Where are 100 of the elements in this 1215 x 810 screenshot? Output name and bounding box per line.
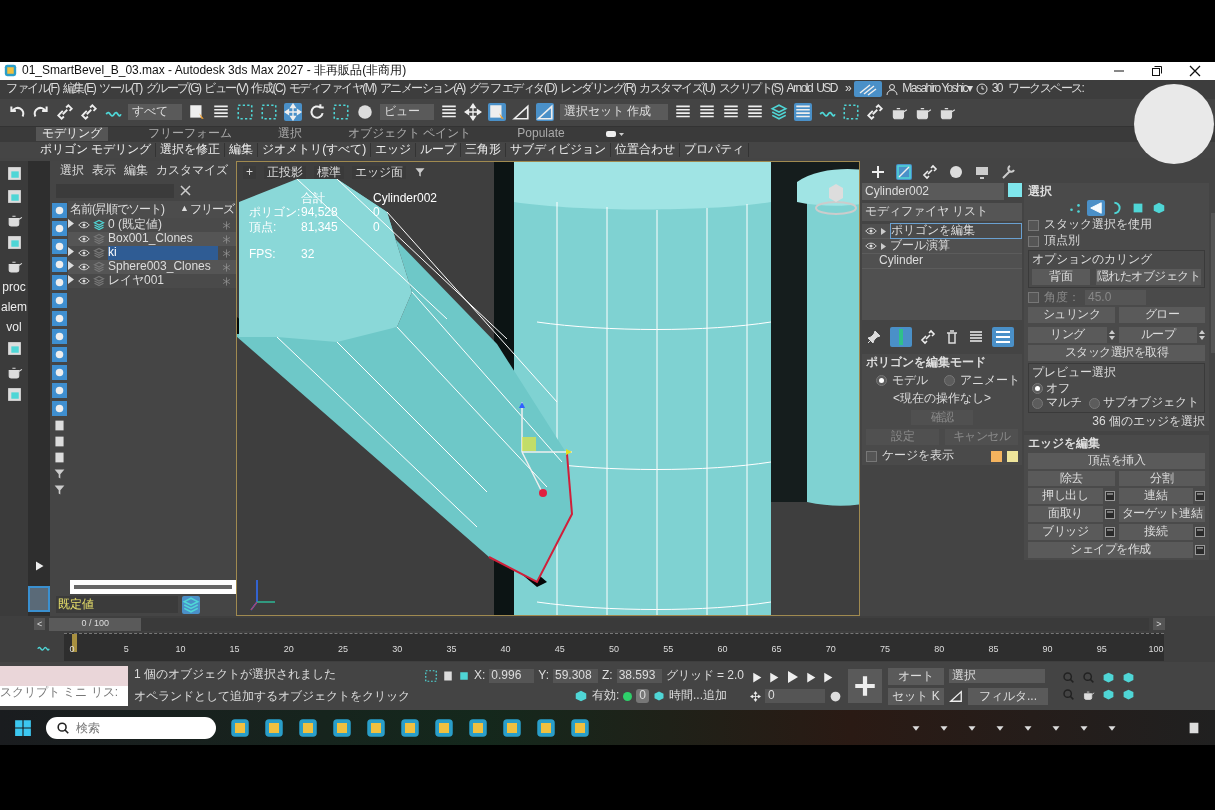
checkbox[interactable] [866,450,877,462]
menu-item[interactable]: レンダリング(R) [560,82,636,97]
auto-key-button[interactable]: オート [888,667,944,685]
close-icon[interactable] [1189,64,1201,77]
utilities-tab-icon[interactable] [1000,163,1016,180]
modifier-stack-item[interactable]: Cylinder [865,254,923,269]
filter-toggle-button[interactable] [51,292,67,308]
count-badge[interactable]: 0 [636,689,650,704]
panel-button[interactable]: ブリッジ [1028,523,1103,540]
menu-item[interactable]: モディファイヤ(M) [288,82,376,97]
ribbon-panel-tab[interactable]: プロパティ [680,142,750,157]
tool-button[interactable]: proc [1,279,27,294]
previous-frame-button[interactable]: < [34,618,46,631]
menu-item[interactable]: 作成(C) [251,82,285,97]
end-result-toggle-icon[interactable] [890,327,912,348]
explorer-menu-item[interactable]: 表示 [92,163,116,178]
layer-row[interactable]: Sphere003_Clones [68,260,236,275]
viewport-menu[interactable]: 標準 [314,165,344,180]
ribbon-panel-tab[interactable]: エッジ [371,142,417,157]
ribbon-panel-tab[interactable]: ポリゴン モデリング [36,142,157,157]
panel-button[interactable]: リング [1028,327,1107,343]
viewport-menu[interactable]: エッジ面 [352,165,406,180]
filter-toggle-button[interactable] [51,274,67,290]
clock-count[interactable]: 30 [991,82,1002,97]
column-header[interactable]: フリーズ [190,202,234,217]
tool-button[interactable]: vol [1,319,27,334]
ribbon-tab[interactable]: モデリング [36,127,108,142]
settings-box-icon[interactable] [1104,509,1115,519]
funnel-icon[interactable] [52,482,66,496]
layer-row[interactable]: レイヤ001 [68,274,236,289]
panel-button[interactable]: ターゲット連結 [1118,506,1205,522]
coordinate-field[interactable]: 38.593 [616,669,662,684]
filter-icon[interactable] [414,166,426,179]
layer-name[interactable]: Box001_Clones [108,232,218,247]
radio-button[interactable] [1089,397,1100,409]
tool-icon[interactable] [5,385,23,403]
filter-toggle-button[interactable] [51,238,67,254]
timeline-ruler[interactable]: 0 5 10 15 20 25 30 35 40 45 50 55 60 65 70 75 80 85 90 95 100 [64,633,1164,662]
checkbox[interactable] [1028,235,1039,247]
object-color-swatch[interactable] [1008,182,1022,197]
stripes-icon[interactable] [854,81,883,98]
windows-start-icon[interactable] [14,718,32,737]
ribbon-panel-tab[interactable]: 位置合わせ [611,142,681,157]
tool-icon[interactable] [5,233,23,251]
menu-item[interactable]: アニメーション(A) [379,82,465,97]
overflow-button[interactable]: » [845,82,851,97]
viewport-menu[interactable]: + [243,165,256,180]
modifier-stack-item[interactable]: ブール演算 [890,239,1022,254]
app-icon[interactable] [468,717,488,738]
time-tag-text[interactable]: 時間...追加 [669,689,728,704]
radio-button[interactable] [876,375,887,387]
create-tab-icon[interactable] [870,163,886,180]
ribbon-panel-tab[interactable]: 選択を修正 [156,142,226,157]
menu-item[interactable]: ツール(T) [99,82,142,97]
explorer-menu-item[interactable]: カスタマイズ [156,163,228,178]
move-icon[interactable] [284,103,302,122]
explorer-menu-item[interactable]: 編集 [124,163,148,178]
modifier-list-dropdown[interactable]: モディファイヤ リスト [862,203,1022,222]
layer-name[interactable]: Sphere003_Clones [108,260,218,275]
radio-button[interactable] [1032,382,1043,394]
filter-toggle-button[interactable] [51,256,67,272]
panel-button[interactable]: ループ [1118,327,1197,343]
layer-row[interactable]: Box001_Clones [68,232,236,247]
unlink-icon[interactable] [80,103,98,122]
document-icon[interactable] [52,450,66,464]
filter-toggle-button[interactable] [51,400,67,416]
panel-button[interactable]: 除去 [1028,470,1115,487]
dashed-square-icon[interactable] [236,103,254,122]
key-filters-button[interactable]: フィルタ... [968,687,1048,705]
layer-name[interactable]: レイヤ001 [108,274,218,289]
object-name-field[interactable]: Cylinder002 [862,182,1004,201]
tool-icon[interactable] [5,339,23,357]
time-slider-track[interactable]: 0 / 100 [49,617,1150,631]
panel-button[interactable]: 接続 [1118,523,1193,540]
radio-button[interactable] [944,375,955,387]
filter-toggle-button[interactable] [51,328,67,344]
settings-box-icon[interactable] [1104,491,1115,502]
document-icon[interactable] [52,434,66,448]
menu-item[interactable]: Arnold [786,82,813,97]
settings-box-icon[interactable] [1195,491,1205,502]
modifier-stack-item[interactable]: ポリゴンを編集 [890,223,1022,240]
set-key-mode-button[interactable]: セット K [888,687,944,705]
filter-toggle-button[interactable] [51,346,67,362]
viewport-menu[interactable]: 正投影 [264,165,306,180]
filter-toggle-button[interactable] [51,310,67,326]
selection-set-dropdown[interactable]: 選択セット 作成 [560,104,668,121]
menu-item[interactable]: カスタマイズ(U) [639,82,715,97]
app-icon[interactable] [434,717,454,738]
coordinate-system-dropdown[interactable]: ビュー [380,104,434,121]
current-layer-field[interactable]: 既定値 [56,595,178,614]
cage-color-swatch[interactable] [991,450,1002,462]
pin-icon[interactable] [866,329,882,346]
tool-button[interactable]: alem [1,299,27,314]
panel-button[interactable]: 分割 [1118,470,1205,487]
script-listener[interactable]: スクリプト ミニ リス: [0,666,128,707]
link-icon[interactable] [56,103,74,122]
rotate-icon[interactable] [308,103,326,122]
rollout-title[interactable]: ポリゴンを編集モード [866,356,1018,370]
current-frame-field[interactable]: 0 [765,689,825,704]
radio-button[interactable] [1032,397,1043,409]
